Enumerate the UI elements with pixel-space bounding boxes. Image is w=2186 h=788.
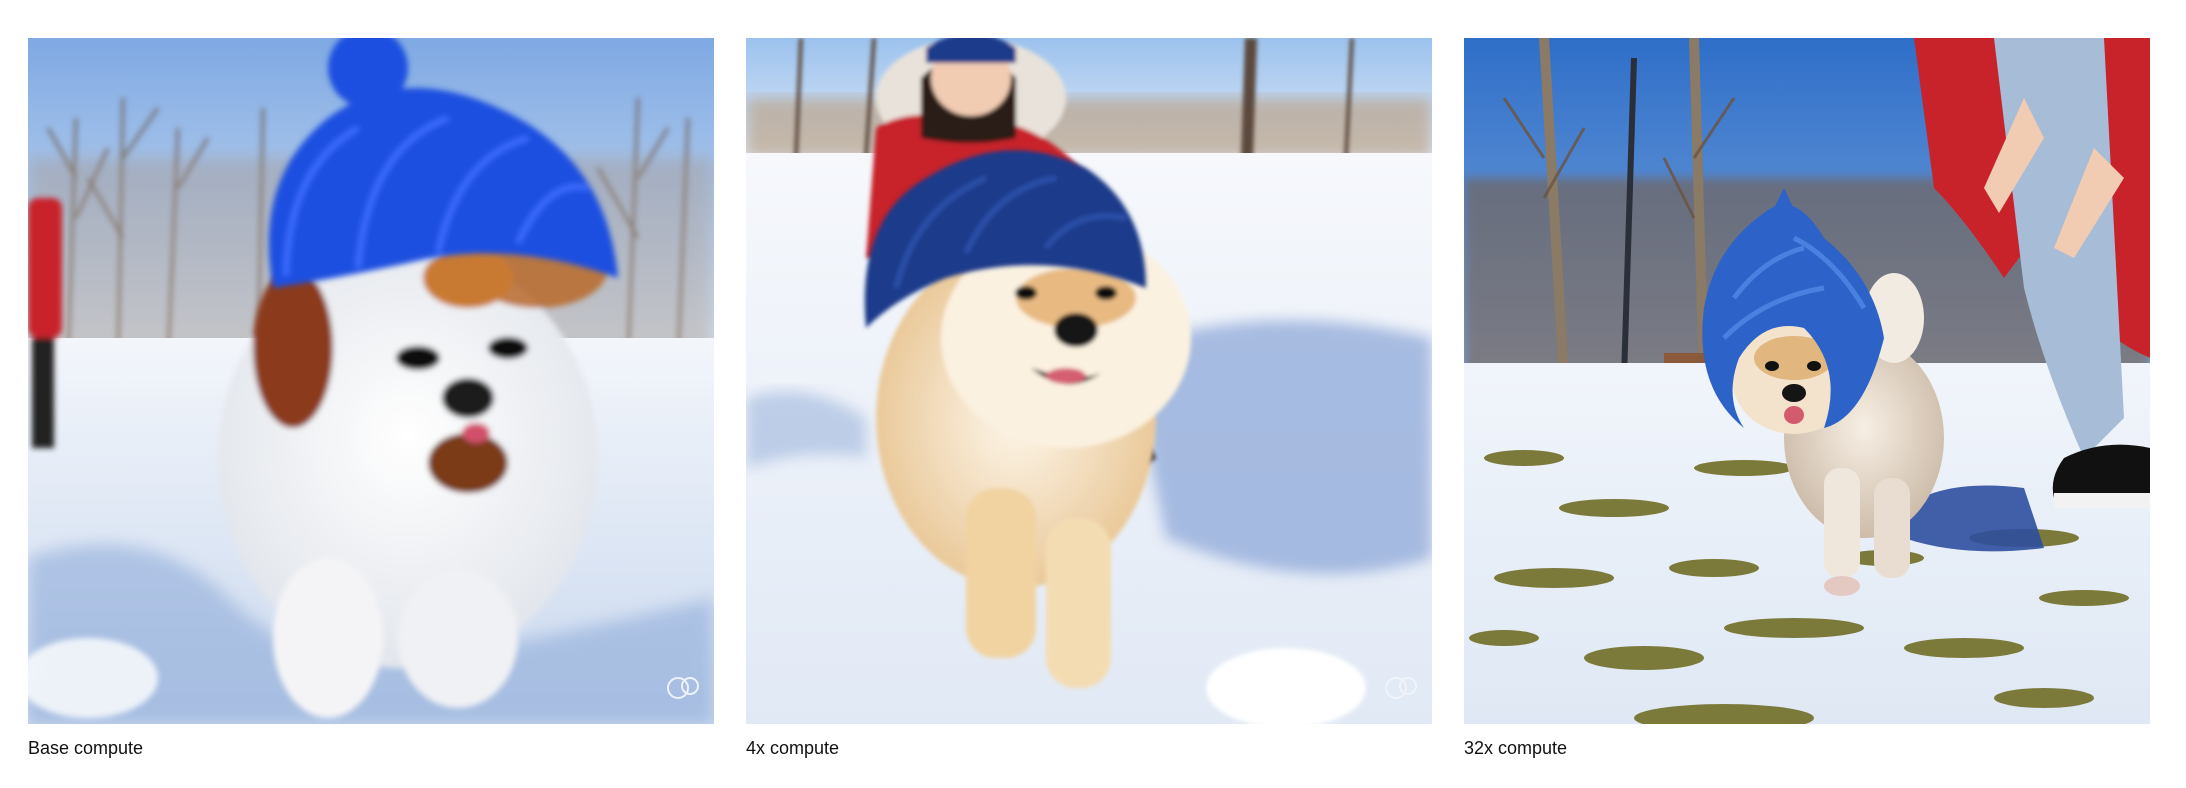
caption-32x-compute: 32x compute (1464, 738, 1568, 758)
caption-4x-compute: 4x compute (746, 738, 840, 758)
gallery-item-4x-compute: 4x compute (746, 38, 1432, 760)
puppy-image-4x (746, 38, 1432, 724)
generated-image-32x-compute (1464, 38, 2150, 724)
caption-base-compute: Base compute (28, 738, 144, 758)
gallery-item-32x-compute: 32x compute (1464, 38, 2150, 760)
gallery-item-base-compute: Base compute (28, 38, 714, 760)
image-gallery: Base compute 4x compute 32x compute (28, 38, 2158, 778)
generated-image-4x-compute (746, 38, 1432, 724)
puppy-image-32x (1464, 38, 2150, 724)
puppy-image-base (28, 38, 714, 724)
generated-image-base-compute (28, 38, 714, 724)
